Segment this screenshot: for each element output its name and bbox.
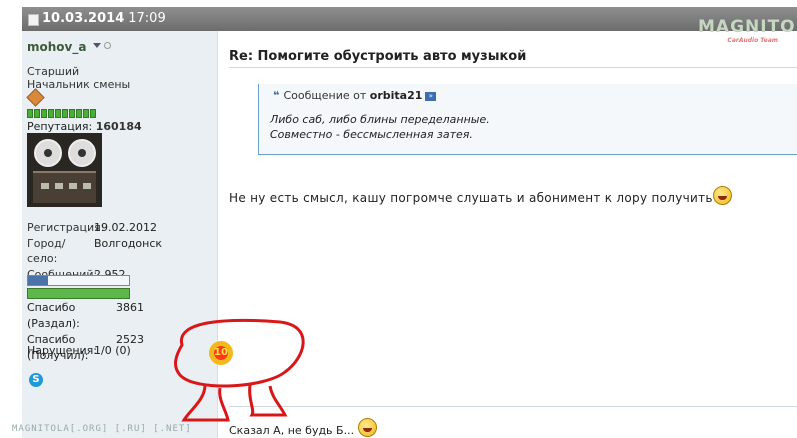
progress-bar-green: [27, 288, 130, 299]
user-info-panel: mohov_a Старший Начальник смены Репутаци…: [22, 31, 218, 438]
violations: Нарушения: 1/0 (0): [27, 344, 131, 357]
username-link[interactable]: mohov_a: [27, 40, 86, 54]
smiley-icon: [357, 418, 377, 437]
skype-icon[interactable]: S: [29, 373, 43, 387]
post-date: 10.03.2014 17:09: [42, 11, 166, 26]
rank-badge-icon: [26, 88, 45, 107]
medal-icon: 10: [209, 341, 233, 365]
post-icon: [28, 14, 39, 26]
progress-bar-blue: [27, 275, 130, 286]
quote-header: ❝ Сообщение от orbita21»: [273, 89, 437, 102]
user-menu-arrow-icon[interactable]: [93, 43, 101, 48]
user-rank-line2: Начальник смены: [27, 78, 131, 91]
laugh-smiley-icon: [712, 186, 732, 205]
signature: Сказал А, не будь Б...: [229, 418, 377, 437]
reputation-bar: [27, 109, 96, 118]
thanks-given: Спасибо (Раздал): 3861: [27, 301, 144, 330]
user-stats: Регистрация: 19.02.2012 Город/село: Волгод…: [27, 220, 162, 282]
title-divider: [229, 67, 797, 68]
site-watermark: MAGNITOLA[.ORG] [.RU] [.NET]: [12, 424, 192, 434]
post-header-bar: 10.03.2014 17:09: [22, 7, 797, 31]
signature-divider: [229, 406, 797, 407]
stat-registration: Регистрация: 19.02.2012: [27, 221, 157, 234]
reputation: Репутация: 160184: [27, 120, 142, 133]
quote-author: orbita21: [369, 89, 423, 102]
offline-status-icon: [104, 42, 111, 49]
magnitola-logo: MAGNITOLA CarAudio Team: [698, 17, 797, 44]
quote-block: ❝ Сообщение от orbita21» Либо саб, либо б…: [258, 84, 797, 155]
quote-body: Либо саб, либо блины переделанные. Совме…: [270, 113, 490, 141]
stat-city: Город/село: Волгодонск: [27, 236, 163, 266]
post-title: Re: Помогите обустроить авто музыкой: [229, 49, 527, 64]
avatar[interactable]: [27, 133, 102, 207]
view-post-icon[interactable]: »: [425, 91, 437, 101]
user-rank-line1: Старший: [27, 65, 80, 78]
quote-icon: ❝: [273, 89, 280, 102]
post-message: Не ну есть смысл, кашу погромче слушать …: [229, 186, 732, 205]
